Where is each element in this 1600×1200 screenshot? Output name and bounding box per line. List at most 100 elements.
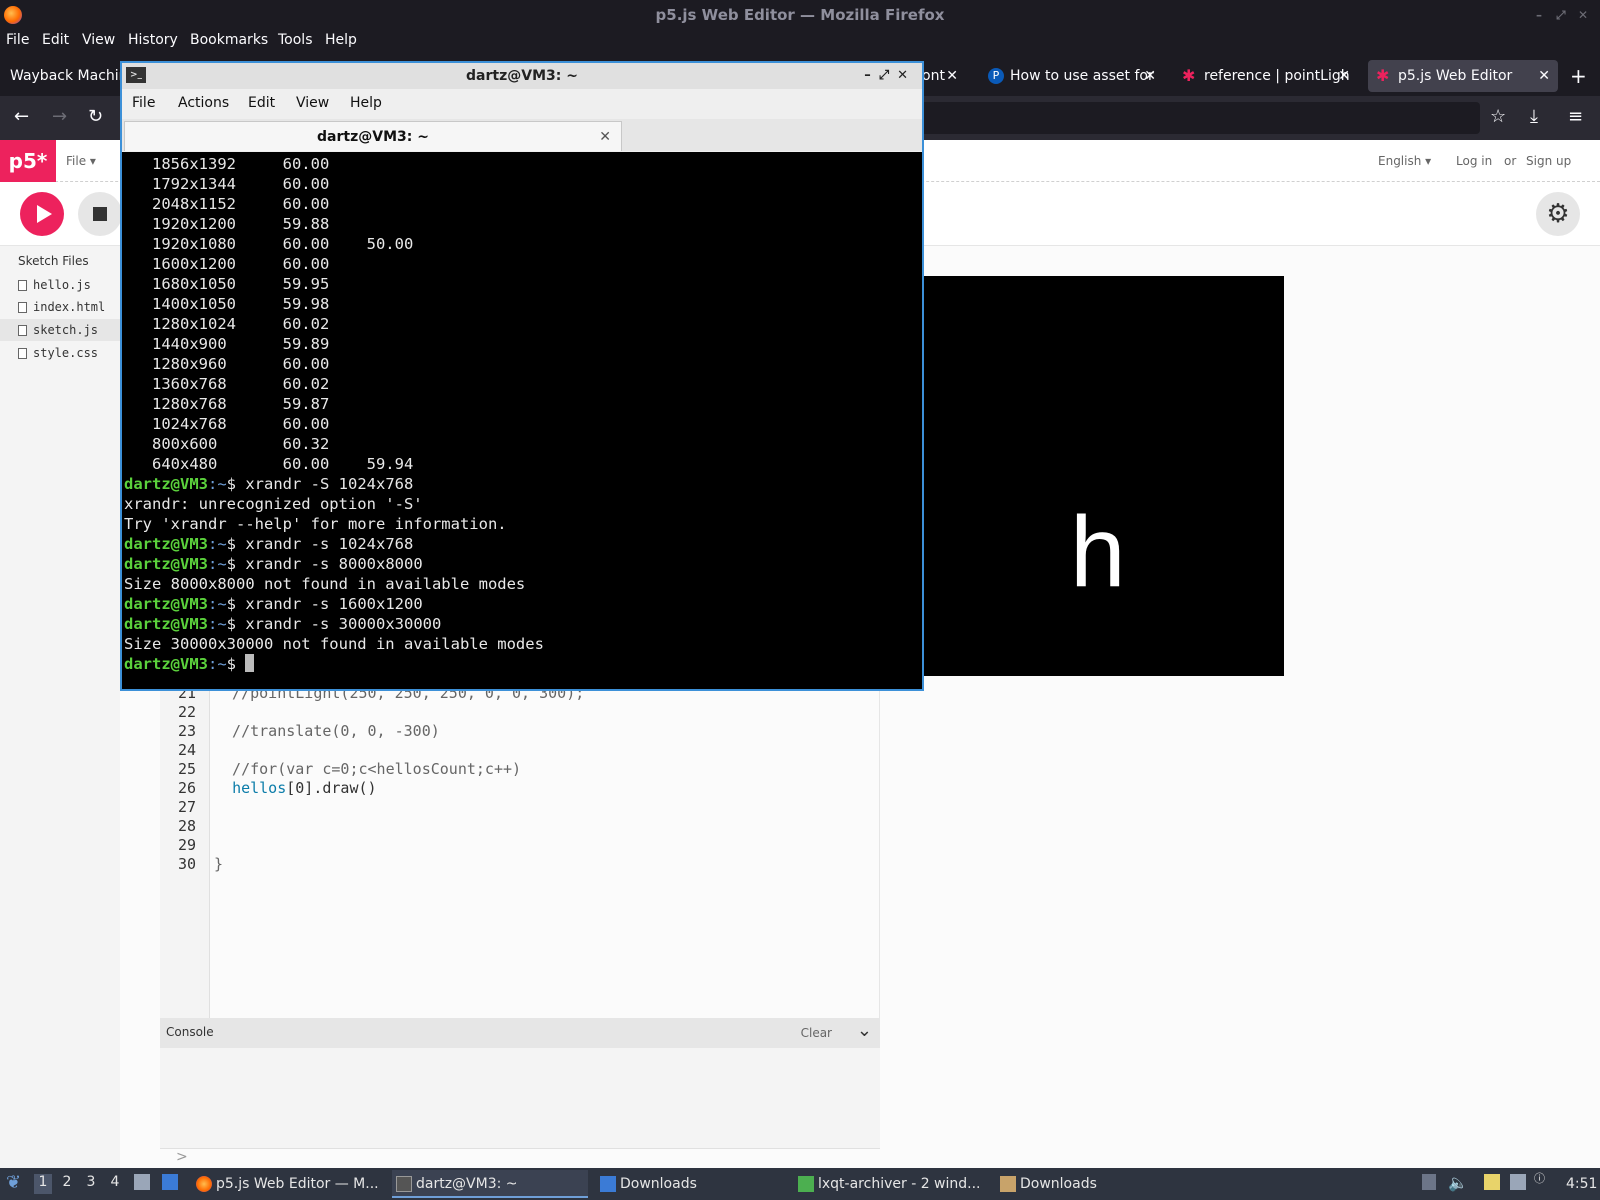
- file-index-html[interactable]: index.html: [0, 296, 120, 318]
- forward-arrow-icon[interactable]: →: [52, 106, 67, 127]
- menu-bookmarks[interactable]: Bookmarks: [190, 32, 268, 48]
- terminal-output-line: Size 8000x8000 not found in available mo…: [124, 575, 526, 593]
- taskbar-item-firefox[interactable]: p5.js Web Editor — M...: [192, 1170, 384, 1198]
- command-text: xrandr -S 1024x768: [245, 475, 414, 493]
- menu-history[interactable]: History: [128, 32, 178, 48]
- network-icon[interactable]: [1510, 1174, 1530, 1190]
- settings-gear-icon[interactable]: ⚙: [1536, 192, 1580, 236]
- minimize-icon[interactable]: –: [1536, 0, 1542, 30]
- taskbar-item-archiver[interactable]: lxqt-archiver - 2 wind...: [794, 1170, 990, 1198]
- tab-asset-forum[interactable]: P How to use asset for ✕: [984, 60, 1164, 92]
- taskbar-item-downloads-2[interactable]: Downloads: [996, 1170, 1186, 1198]
- download-icon[interactable]: ⤓: [1530, 106, 1538, 127]
- desktop-2[interactable]: 2: [58, 1174, 76, 1194]
- notification-icon[interactable]: ⓘ: [1534, 1170, 1545, 1186]
- file-icon: [18, 302, 27, 313]
- maximize-icon[interactable]: ⤢: [879, 68, 897, 83]
- terminal-menu-edit[interactable]: Edit: [248, 95, 275, 111]
- terminal-titlebar: >_ dartz@VM3: ~ –⤢✕: [122, 63, 922, 89]
- terminal-menu-help[interactable]: Help: [350, 95, 382, 111]
- chevron-down-icon[interactable]: ⌄: [857, 1020, 872, 1041]
- terminal-icon: >_: [126, 67, 146, 83]
- desktop-4[interactable]: 4: [106, 1174, 124, 1194]
- terminal-tab[interactable]: dartz@VM3: ~ ✕: [124, 121, 622, 151]
- menu-help[interactable]: Help: [325, 32, 357, 48]
- login-link[interactable]: Log in: [1456, 154, 1492, 168]
- prompt-user: dartz@VM3: [124, 535, 208, 553]
- url-bar[interactable]: [900, 102, 1480, 134]
- console-title: Console: [166, 1025, 214, 1039]
- tab-close-icon[interactable]: ✕: [1338, 60, 1350, 92]
- language-select[interactable]: English ▾: [1378, 154, 1431, 168]
- tray-arrow-icon[interactable]: [1422, 1174, 1440, 1190]
- file-sketch-js[interactable]: sketch.js: [0, 319, 120, 341]
- volume-icon[interactable]: 🔈: [1448, 1173, 1468, 1192]
- file-hello-js[interactable]: hello.js: [0, 274, 120, 296]
- terminal-command-line: dartz@VM3:~$: [124, 654, 922, 674]
- terminal-icon: [396, 1176, 412, 1192]
- tab-close-icon[interactable]: ✕: [1538, 60, 1550, 92]
- back-arrow-icon[interactable]: ←: [14, 106, 29, 127]
- menu-edit[interactable]: Edit: [42, 32, 69, 48]
- tab-close-icon[interactable]: ✕: [946, 60, 958, 92]
- minimize-icon[interactable]: –: [864, 68, 879, 83]
- tab-label: Wayback Machin: [10, 68, 120, 84]
- preview-canvas[interactable]: [924, 276, 1284, 676]
- tab-wayback-machine[interactable]: Wayback Machin: [10, 60, 120, 92]
- p5-file-menu[interactable]: File ▾: [66, 154, 96, 168]
- terminal-menu-view[interactable]: View: [296, 95, 329, 111]
- terminal-command-line: dartz@VM3:~$ xrandr -s 30000x30000: [124, 614, 922, 634]
- console-clear-button[interactable]: Clear: [801, 1026, 832, 1040]
- prompt-user: dartz@VM3: [124, 555, 208, 573]
- file-icon: [18, 280, 27, 291]
- console-header: Console Clear ⌄: [160, 1018, 880, 1048]
- menu-view[interactable]: View: [82, 32, 115, 48]
- terminal-menu-actions[interactable]: Actions: [178, 95, 229, 111]
- stop-button[interactable]: [78, 192, 122, 236]
- window-title: p5.js Web Editor — Mozilla Firefox: [655, 6, 945, 24]
- tab-label: ont: [922, 68, 945, 84]
- tab-close-icon[interactable]: ✕: [1144, 60, 1156, 92]
- signup-link[interactable]: Sign up: [1526, 154, 1571, 168]
- taskbar-item-downloads[interactable]: Downloads: [596, 1170, 786, 1198]
- play-button[interactable]: [20, 192, 64, 236]
- desktop-1[interactable]: 1: [34, 1174, 52, 1194]
- prompt-user: dartz@VM3: [124, 615, 208, 633]
- reload-icon[interactable]: ↻: [88, 106, 103, 127]
- terminal-command-line: dartz@VM3:~$ xrandr -s 8000x8000: [124, 554, 922, 574]
- line-number: 30: [177, 855, 196, 873]
- tab-reference-pointlight[interactable]: ✱ reference | pointLigh ✕: [1178, 60, 1358, 92]
- hamburger-menu-icon[interactable]: ≡: [1568, 106, 1583, 127]
- new-tab-button[interactable]: +: [1570, 60, 1594, 92]
- clock: 4:51: [1566, 1176, 1598, 1192]
- menu-file[interactable]: File: [6, 32, 29, 48]
- tab-close-icon[interactable]: ✕: [599, 122, 611, 152]
- file-manager-icon[interactable]: [134, 1174, 154, 1190]
- menu-tools[interactable]: Tools: [278, 32, 313, 48]
- command-text: xrandr -s 1600x1200: [245, 595, 423, 613]
- taskbar-item-terminal[interactable]: dartz@VM3: ~: [392, 1170, 588, 1198]
- firefox-icon: [196, 1176, 212, 1192]
- prompt-user: dartz@VM3: [124, 595, 208, 613]
- file-style-css[interactable]: style.css: [0, 342, 120, 364]
- close-icon[interactable]: ✕: [897, 68, 916, 83]
- maximize-icon[interactable]: ⤢: [1556, 0, 1566, 30]
- terminal-output-line: xrandr: unrecognized option '-S': [124, 495, 423, 513]
- console-input[interactable]: >: [160, 1148, 880, 1168]
- command-text: xrandr -s 30000x30000: [245, 615, 442, 633]
- tab-partial[interactable]: ont ✕: [922, 60, 962, 92]
- terminal-output[interactable]: 1856x1392 60.00 1792x1344 60.00 2048x115…: [122, 152, 922, 689]
- terminal-menu-file[interactable]: File: [132, 95, 155, 111]
- start-menu-icon[interactable]: ❦: [6, 1172, 21, 1193]
- clipboard-icon[interactable]: [1484, 1174, 1504, 1190]
- prompt-sign: $: [226, 615, 246, 633]
- close-icon[interactable]: ✕: [1578, 0, 1588, 30]
- p5-logo[interactable]: p5*: [0, 140, 56, 182]
- desktop-3[interactable]: 3: [82, 1174, 100, 1194]
- archive-icon: [798, 1176, 814, 1192]
- show-desktop-icon[interactable]: [162, 1174, 182, 1190]
- bookmark-star-icon[interactable]: ☆: [1490, 106, 1506, 127]
- tab-p5-web-editor[interactable]: ✱ p5.js Web Editor ✕: [1368, 60, 1558, 92]
- folder-icon: [600, 1176, 616, 1192]
- terminal-output-line: 1920x1200 59.88: [124, 215, 330, 233]
